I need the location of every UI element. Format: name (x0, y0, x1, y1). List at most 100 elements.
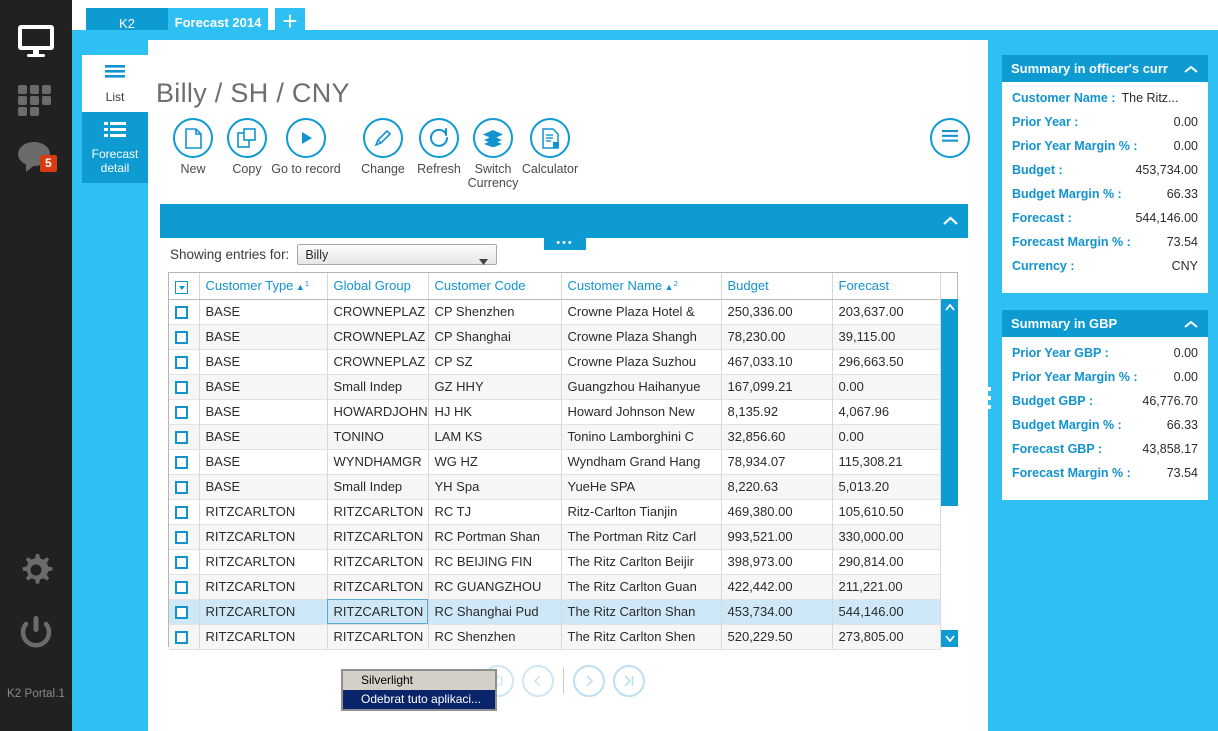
row-checkbox-cell[interactable] (169, 474, 200, 500)
cell-global-group[interactable]: CROWNEPLAZ (327, 299, 429, 325)
scrollbar-track[interactable] (941, 316, 958, 630)
cell-customer-type[interactable]: BASE (199, 324, 328, 350)
cell-customer-code[interactable]: CP SZ (428, 349, 562, 375)
chat-icon[interactable] (0, 128, 72, 186)
cell-customer-code[interactable]: RC Shenzhen (428, 624, 562, 650)
cell-customer-code[interactable]: RC Shanghai Pud (428, 599, 562, 625)
cell-customer-type[interactable]: RITZCARLTON (199, 574, 328, 600)
cell-budget[interactable]: 8,135.92 (721, 399, 833, 425)
table-row[interactable]: RITZCARLTON RITZCARLTON RC BEIJING FIN The … (169, 549, 941, 575)
cell-customer-code[interactable]: RC BEIJING FIN (428, 549, 562, 575)
cell-customer-type[interactable]: BASE (199, 349, 328, 375)
gear-icon[interactable] (0, 540, 72, 600)
cell-global-group[interactable]: CROWNEPLAZ (327, 324, 429, 350)
row-checkbox[interactable] (175, 556, 188, 570)
monitor-icon[interactable] (0, 10, 72, 72)
table-row[interactable]: BASE TONINO LAM KS Tonino Lamborghini C 32,8… (169, 424, 941, 450)
row-checkbox[interactable] (175, 606, 188, 620)
cell-global-group[interactable]: TONINO (327, 424, 429, 450)
row-checkbox[interactable] (175, 431, 188, 445)
row-checkbox[interactable] (175, 531, 188, 545)
column-header-forecast[interactable]: Forecast (832, 273, 941, 300)
row-checkbox[interactable] (175, 356, 188, 370)
last-page-button[interactable] (613, 665, 645, 697)
cell-global-group[interactable]: RITZCARLTON (327, 599, 429, 625)
scrollbar-thumb[interactable] (941, 316, 958, 506)
cell-budget[interactable]: 78,230.00 (721, 324, 833, 350)
cell-customer-name[interactable]: Guangzhou Haihanyue (561, 374, 722, 400)
context-menu-item-silverlight[interactable]: Silverlight (343, 671, 495, 690)
apps-grid-icon[interactable] (0, 72, 72, 128)
section-more-handle[interactable]: ••• (544, 236, 586, 250)
cell-forecast[interactable]: 105,610.50 (832, 499, 941, 525)
cell-customer-code[interactable]: GZ HHY (428, 374, 562, 400)
cell-customer-name[interactable]: Crowne Plaza Suzhou (561, 349, 722, 375)
cell-customer-code[interactable]: CP Shenzhen (428, 299, 562, 325)
column-header-global-group[interactable]: Global Group (327, 273, 429, 300)
cell-global-group[interactable]: RITZCARLTON (327, 574, 429, 600)
entries-filter-select[interactable]: Billy (297, 244, 498, 265)
cell-forecast[interactable]: 4,067.96 (832, 399, 941, 425)
cell-global-group[interactable]: Small Indep (327, 474, 429, 500)
toolbar-menu-button[interactable] (930, 118, 970, 158)
row-checkbox-cell[interactable] (169, 374, 200, 400)
row-checkbox-cell[interactable] (169, 449, 200, 475)
cell-customer-name[interactable]: YueHe SPA (561, 474, 722, 500)
table-row[interactable]: RITZCARLTON RITZCARLTON RC Shanghai Pud The… (169, 599, 941, 625)
scroll-down-button[interactable] (941, 630, 958, 647)
cell-budget[interactable]: 78,934.07 (721, 449, 833, 475)
cell-budget[interactable]: 467,033.10 (721, 349, 833, 375)
cell-global-group[interactable]: CROWNEPLAZ (327, 349, 429, 375)
table-row[interactable]: BASE Small Indep GZ HHY Guangzhou Haihanyue… (169, 374, 941, 400)
table-row[interactable]: RITZCARLTON RITZCARLTON RC TJ Ritz-Carlton … (169, 499, 941, 525)
cell-global-group[interactable]: HOWARDJOHN (327, 399, 429, 425)
row-checkbox-cell[interactable] (169, 499, 200, 525)
table-row[interactable]: BASE CROWNEPLAZ CP Shanghai Crowne Plaza Sh… (169, 324, 941, 350)
cell-customer-type[interactable]: BASE (199, 374, 328, 400)
panel-splitter-handle[interactable] (984, 382, 994, 422)
cell-customer-name[interactable]: The Ritz Carlton Shen (561, 624, 722, 650)
select-all-dropdown-icon[interactable] (175, 281, 188, 294)
cell-customer-name[interactable]: Tonino Lamborghini C (561, 424, 722, 450)
row-checkbox-cell[interactable] (169, 574, 200, 600)
cell-customer-code[interactable]: HJ HK (428, 399, 562, 425)
cell-budget[interactable]: 453,734.00 (721, 599, 833, 625)
table-row[interactable]: RITZCARLTON RITZCARLTON RC Shenzhen The Rit… (169, 624, 941, 650)
cell-customer-name[interactable]: Crowne Plaza Hotel & (561, 299, 722, 325)
cell-forecast[interactable]: 273,805.00 (832, 624, 941, 650)
context-menu-item-remove-app[interactable]: Odebrat tuto aplikaci... (343, 690, 495, 709)
cell-budget[interactable]: 422,442.00 (721, 574, 833, 600)
column-header-customer-code[interactable]: Customer Code (428, 273, 562, 300)
cell-budget[interactable]: 32,856.60 (721, 424, 833, 450)
table-row[interactable]: BASE CROWNEPLAZ CP Shenzhen Crowne Plaza Ho… (169, 299, 941, 325)
cell-customer-type[interactable]: RITZCARLTON (199, 499, 328, 525)
sidebar-item-list[interactable]: List (82, 55, 148, 112)
cell-budget[interactable]: 520,229.50 (721, 624, 833, 650)
cell-customer-code[interactable]: RC GUANGZHOU (428, 574, 562, 600)
row-checkbox-cell[interactable] (169, 549, 200, 575)
table-row[interactable]: RITZCARLTON RITZCARLTON RC GUANGZHOU The Ri… (169, 574, 941, 600)
cell-customer-type[interactable]: BASE (199, 424, 328, 450)
cell-global-group[interactable]: RITZCARLTON (327, 524, 429, 550)
cell-customer-name[interactable]: Howard Johnson New (561, 399, 722, 425)
cell-customer-type[interactable]: RITZCARLTON (199, 599, 328, 625)
calculator-button[interactable]: Calculator (510, 118, 590, 176)
prev-page-button[interactable] (522, 665, 554, 697)
cell-customer-code[interactable]: RC Portman Shan (428, 524, 562, 550)
cell-customer-type[interactable]: BASE (199, 299, 328, 325)
cell-customer-name[interactable]: Ritz-Carlton Tianjin (561, 499, 722, 525)
sidebar-item-forecast-detail[interactable]: Forecast detail (82, 112, 148, 183)
cell-customer-code[interactable]: WG HZ (428, 449, 562, 475)
summary-gbp-header[interactable]: Summary in GBP (1002, 310, 1208, 337)
row-checkbox-cell[interactable] (169, 299, 200, 325)
row-checkbox-cell[interactable] (169, 624, 200, 650)
row-checkbox[interactable] (175, 506, 188, 520)
row-checkbox-cell[interactable] (169, 524, 200, 550)
row-checkbox[interactable] (175, 456, 188, 470)
cell-budget[interactable]: 398,973.00 (721, 549, 833, 575)
row-checkbox-cell[interactable] (169, 349, 200, 375)
cell-global-group[interactable]: Small Indep (327, 374, 429, 400)
table-row[interactable]: BASE CROWNEPLAZ CP SZ Crowne Plaza Suzhou 46… (169, 349, 941, 375)
cell-customer-name[interactable]: Wyndham Grand Hang (561, 449, 722, 475)
table-row[interactable]: RITZCARLTON RITZCARLTON RC Portman Shan The… (169, 524, 941, 550)
